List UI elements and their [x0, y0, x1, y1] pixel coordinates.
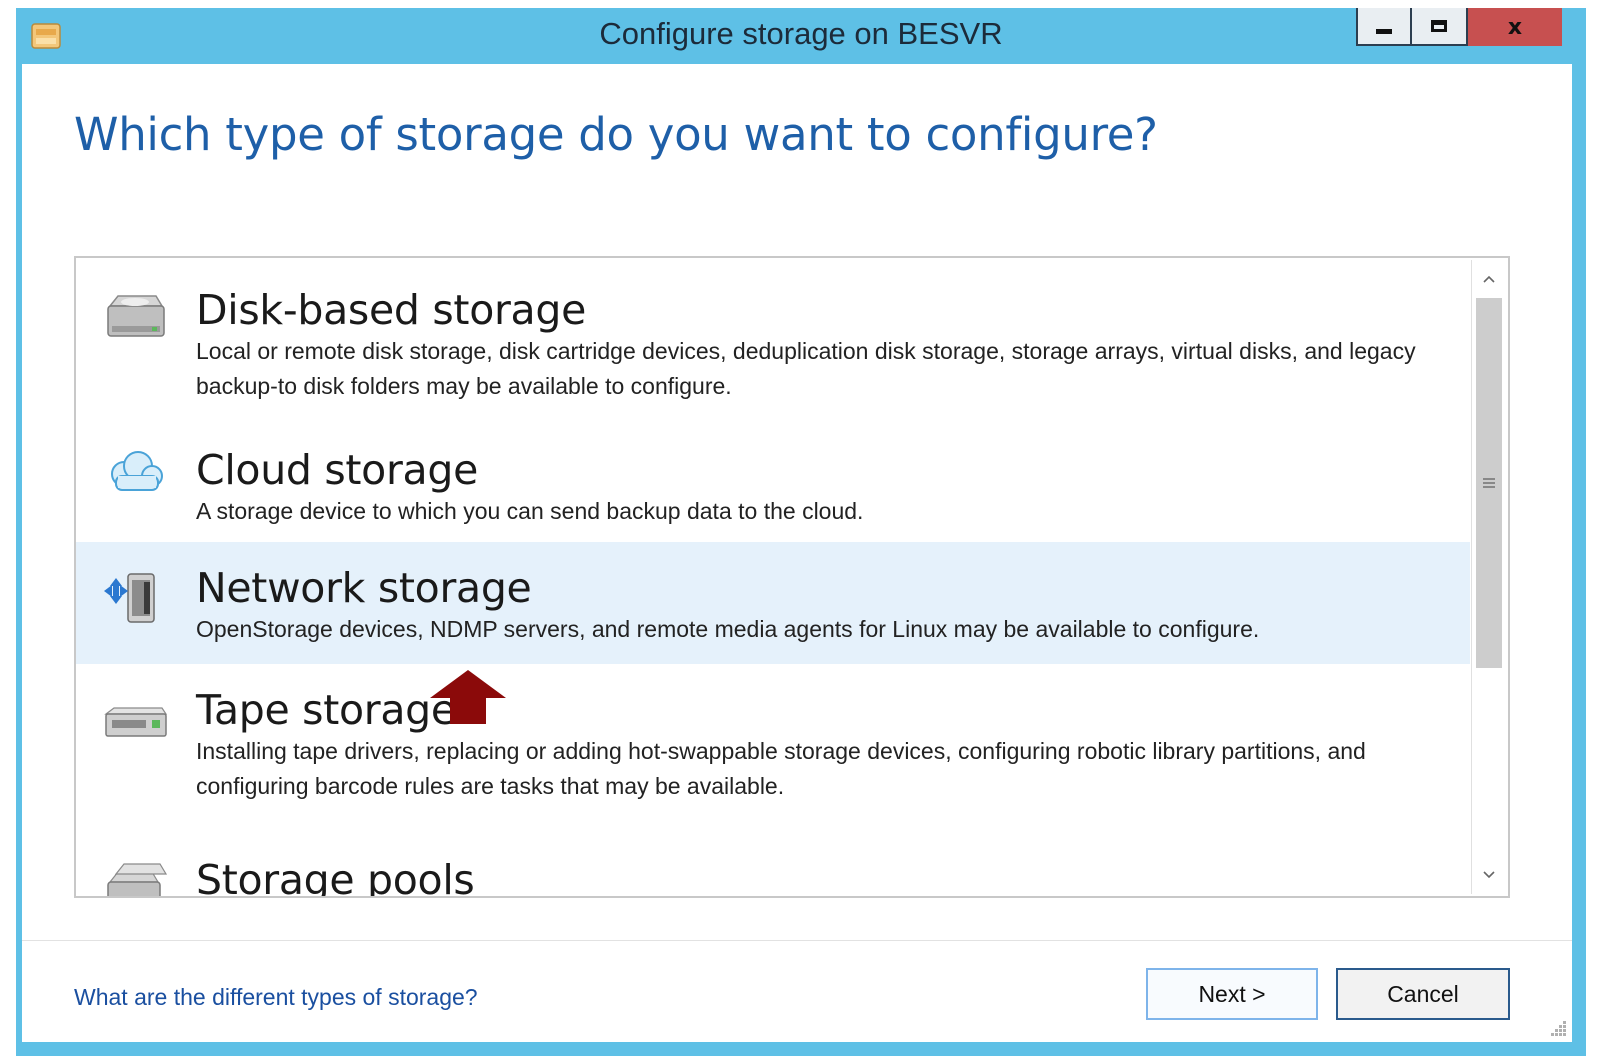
list-item-storage-pools[interactable]: Storage pools	[76, 848, 1470, 898]
tape-drive-icon	[104, 707, 168, 737]
minimize-icon	[1376, 28, 1392, 34]
chevron-down-icon	[1483, 871, 1495, 879]
list-item-tape-storage[interactable]: Tape storage Installing tape drivers, re…	[76, 664, 1470, 848]
list-item-cloud-storage[interactable]: Cloud storage A storage device to which …	[76, 418, 1470, 542]
resize-grip-icon[interactable]	[1546, 1016, 1568, 1038]
close-button[interactable]: x	[1468, 8, 1562, 46]
dialog-window: Configure storage on BESVR x Which type …	[16, 8, 1586, 1056]
maximize-icon	[1431, 20, 1447, 32]
item-description: OpenStorage devices, NDMP servers, and r…	[196, 616, 1260, 642]
title-bar[interactable]: Configure storage on BESVR x	[16, 8, 1586, 64]
next-button[interactable]: Next >	[1146, 968, 1318, 1020]
grip-icon	[1483, 478, 1495, 488]
network-server-icon	[104, 573, 155, 623]
list-item-network-storage[interactable]: Network storage OpenStorage devices, NDM…	[76, 542, 1470, 664]
close-icon: x	[1507, 14, 1523, 40]
cloud-icon	[111, 451, 163, 491]
storage-type-list[interactable]: Disk-based storage Local or remote disk …	[74, 256, 1510, 898]
hard-disk-icon	[107, 295, 165, 337]
chevron-up-icon	[1483, 275, 1495, 283]
vertical-scrollbar[interactable]	[1471, 260, 1506, 894]
item-title: Cloud storage	[196, 446, 478, 494]
item-title: Storage pools	[196, 856, 475, 898]
window-controls: x	[1356, 8, 1562, 46]
maximize-button[interactable]	[1412, 8, 1468, 46]
dialog-content: Which type of storage do you want to con…	[22, 64, 1572, 1042]
scroll-thumb[interactable]	[1476, 298, 1502, 668]
item-title: Network storage	[196, 564, 532, 612]
list-item-disk-based-storage[interactable]: Disk-based storage Local or remote disk …	[76, 258, 1470, 418]
cancel-button[interactable]: Cancel	[1336, 968, 1510, 1020]
scroll-up-button[interactable]	[1472, 262, 1506, 296]
annotation-arrow-icon	[430, 670, 506, 724]
window-title: Configure storage on BESVR	[599, 16, 1003, 51]
storage-types-help-link[interactable]: What are the different types of storage?	[74, 984, 478, 1011]
scroll-down-button[interactable]	[1472, 858, 1506, 892]
minimize-button[interactable]	[1356, 8, 1412, 46]
storage-pool-icon	[107, 863, 168, 896]
item-description: Installing tape drivers, replacing or ad…	[196, 738, 1366, 799]
footer-divider	[22, 940, 1572, 941]
item-description: A storage device to which you can send b…	[196, 498, 864, 524]
item-title: Tape storage	[196, 686, 456, 734]
item-description: Local or remote disk storage, disk cartr…	[196, 338, 1416, 399]
page-question: Which type of storage do you want to con…	[74, 108, 1158, 161]
item-title: Disk-based storage	[196, 286, 587, 334]
